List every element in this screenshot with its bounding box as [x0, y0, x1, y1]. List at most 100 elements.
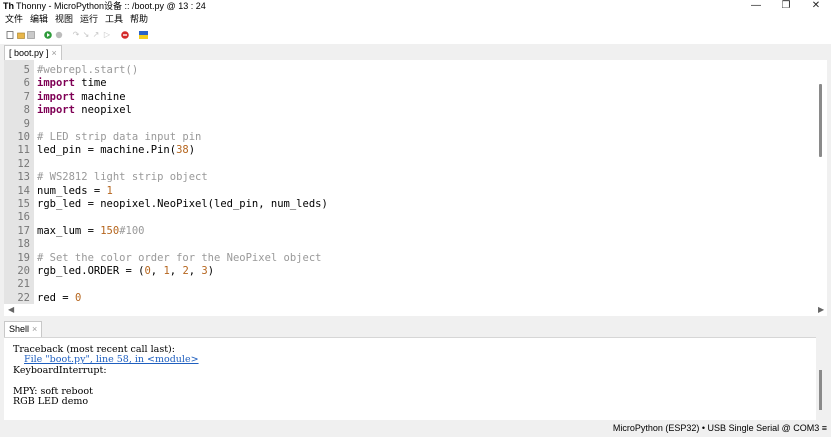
code-line[interactable]: 21: [4, 278, 816, 291]
menu-view[interactable]: 视图: [55, 14, 73, 25]
close-button[interactable]: ✕: [801, 0, 831, 12]
line-number: 21: [17, 278, 30, 291]
tab-close-icon[interactable]: ×: [52, 48, 57, 58]
code-line[interactable]: 22 red = 0: [4, 292, 816, 304]
line-number: 20: [17, 265, 30, 277]
maximize-button[interactable]: ❐: [771, 0, 801, 12]
code-line[interactable]: 10 # LED strip data input pin: [4, 131, 816, 144]
line-number: 6: [23, 77, 30, 90]
stop-icon[interactable]: [121, 31, 129, 39]
code-token: ): [188, 144, 196, 157]
scroll-right-icon[interactable]: ▶: [818, 304, 824, 316]
comment-token: # LED strip data input pin: [37, 131, 202, 143]
code-token: num_leds =: [37, 184, 107, 197]
menu-edit[interactable]: 编辑: [30, 14, 48, 25]
line-number: 17: [17, 224, 30, 237]
code-token: red =: [37, 291, 75, 304]
code-text: import time: [37, 77, 107, 89]
code-token: ): [207, 265, 215, 277]
minimize-button[interactable]: —: [741, 0, 771, 12]
shell-tab-close-icon[interactable]: ×: [32, 324, 37, 334]
thonny-app-icon: Th: [3, 1, 14, 11]
shell-scroll-thumb[interactable]: [819, 370, 822, 410]
ukraine-flag-icon[interactable]: [139, 31, 148, 39]
code-line[interactable]: 17 max_lum = 150#100: [4, 225, 816, 238]
code-line[interactable]: 5 #webrepl.start(): [4, 64, 816, 77]
number-token: 0: [74, 291, 82, 304]
code-text: # WS2812 light strip object: [37, 171, 208, 183]
keyword-token: import: [37, 90, 75, 103]
code-text: max_lum = 150#100: [37, 225, 144, 237]
menu-bar: 文件 编辑 视图 运行 工具 帮助: [0, 12, 831, 27]
line-number: 11: [17, 144, 30, 157]
editor-scroll-thumb[interactable]: [819, 84, 822, 157]
menu-help[interactable]: 帮助: [130, 14, 148, 25]
number-token: 150: [100, 224, 120, 237]
code-text: import machine: [37, 91, 126, 103]
code-token: machine: [74, 90, 126, 103]
code-text: # LED strip data input pin: [37, 131, 201, 143]
comment-token: # Set the color order for the NeoPixel o…: [37, 251, 322, 264]
step-over-icon[interactable]: ↷: [72, 31, 80, 39]
line-number: 16: [17, 211, 30, 224]
code-text: # Set the color order for the NeoPixel o…: [37, 252, 321, 264]
line-number: 22: [17, 291, 30, 304]
shell-output-line: RGB LED demo: [13, 396, 89, 407]
comment-token: #100: [119, 224, 145, 237]
shell-output-line: KeyboardInterrupt:: [13, 364, 107, 376]
traceback-link[interactable]: File "boot.py", line 58, in <module>: [24, 354, 199, 365]
code-line[interactable]: 14 num_leds = 1: [4, 185, 816, 198]
open-file-icon[interactable]: [17, 31, 25, 39]
comment-token: # WS2812 light strip object: [37, 171, 208, 184]
code-line[interactable]: 9: [4, 118, 816, 131]
code-editor[interactable]: 5 #webrepl.start() 6 import time 7 import mac…: [4, 60, 816, 304]
resume-icon[interactable]: ▷: [103, 31, 111, 39]
toolbar: ↷ ↘ ↗ ▷: [0, 27, 831, 44]
step-out-icon[interactable]: ↗: [92, 31, 100, 39]
line-number: 13: [17, 171, 30, 184]
code-token: max_lum =: [37, 224, 101, 237]
tab-shell[interactable]: Shell ×: [4, 321, 43, 338]
code-text: rgb_led = neopixel.NeoPixel(led_pin, num…: [37, 198, 328, 210]
editor-tab-strip: [ boot.py ] ×: [0, 44, 831, 61]
number-token: 38: [176, 144, 189, 157]
code-token: rgb_led = neopixel.NeoPixel(led_pin, num…: [37, 198, 328, 210]
debug-icon[interactable]: [55, 31, 63, 39]
comment-token: #webrepl.start(): [37, 64, 139, 76]
code-text: red = 0: [37, 292, 81, 304]
menu-tools[interactable]: 工具: [105, 14, 123, 25]
code-line[interactable]: 12: [4, 158, 816, 171]
status-bar: MicroPython (ESP32) • USB Single Serial …: [0, 420, 831, 437]
shell-tab-label: Shell: [9, 324, 30, 334]
code-line[interactable]: 11 led_pin = machine.Pin(38): [4, 144, 816, 157]
code-line[interactable]: 8 import neopixel: [4, 104, 816, 117]
step-into-icon[interactable]: ↘: [82, 31, 90, 39]
scroll-left-icon[interactable]: ◀: [8, 304, 14, 316]
menu-run[interactable]: 运行: [80, 14, 98, 25]
code-text: #webrepl.start(): [37, 64, 138, 76]
keyword-token: import: [37, 77, 75, 90]
line-number: 14: [17, 184, 30, 197]
window-title: Thonny - MicroPython设备 :: /boot.py @ 13 …: [16, 1, 206, 11]
code-line[interactable]: 13 # WS2812 light strip object: [4, 171, 816, 184]
menu-file[interactable]: 文件: [5, 14, 23, 25]
interpreter-status[interactable]: MicroPython (ESP32) • USB Single Serial …: [613, 423, 827, 434]
code-line[interactable]: 18: [4, 238, 816, 251]
code-line[interactable]: 7 import machine: [4, 91, 816, 104]
code-line[interactable]: 16: [4, 211, 816, 224]
line-number: 9: [23, 117, 30, 130]
keyword-token: import: [37, 104, 75, 117]
code-line[interactable]: 19 # Set the color order for the NeoPixel…: [4, 252, 816, 265]
line-number: 15: [17, 198, 30, 210]
new-file-icon[interactable]: [6, 31, 14, 39]
save-icon[interactable]: [27, 31, 35, 39]
tab-boot-py[interactable]: [ boot.py ] ×: [4, 45, 62, 61]
editor-horizontal-scrollbar[interactable]: [4, 304, 827, 316]
run-icon[interactable]: [44, 31, 52, 39]
shell-console[interactable]: Traceback (most recent call last): File "…: [4, 337, 816, 420]
tab-label: [ boot.py ]: [9, 48, 49, 58]
code-line[interactable]: 15 rgb_led = neopixel.NeoPixel(led_pin, n…: [4, 198, 816, 211]
code-line[interactable]: 20 rgb_led.ORDER = (0, 1, 2, 3): [4, 265, 816, 278]
code-line[interactable]: 6 import time: [4, 77, 816, 90]
line-number: 18: [17, 238, 30, 251]
